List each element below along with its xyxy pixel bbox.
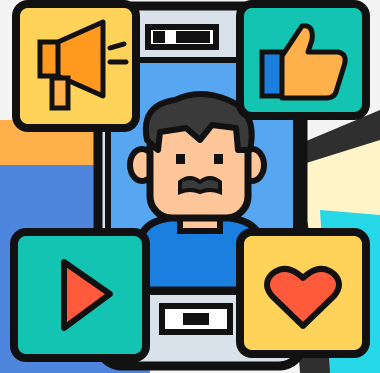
megaphone-tile bbox=[12, 0, 140, 132]
illustration bbox=[0, 0, 380, 373]
heart-tile bbox=[236, 228, 370, 358]
thumbs-up-tile bbox=[236, 0, 370, 120]
play-tile bbox=[10, 228, 150, 362]
